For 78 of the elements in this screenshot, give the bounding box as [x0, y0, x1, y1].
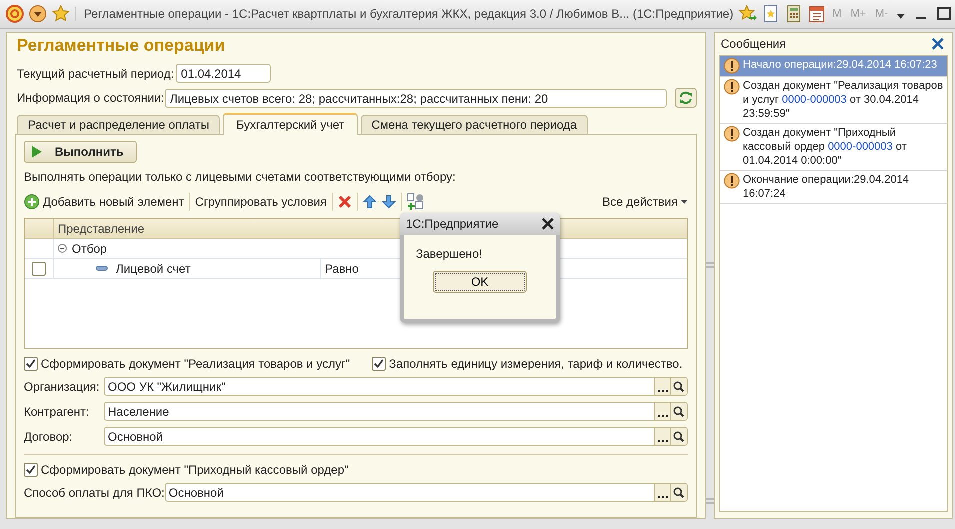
- all-actions-button[interactable]: Все действия: [602, 195, 688, 209]
- tab[interactable]: Расчет и распределение оплаты: [17, 115, 220, 134]
- dropdown-icon[interactable]: [29, 5, 47, 23]
- input-field[interactable]: Основной: [164, 483, 688, 502]
- checkbox[interactable]: [24, 357, 38, 371]
- calendar-icon[interactable]: [808, 5, 826, 23]
- message-item[interactable]: Окончание операции:29.04.2014 16:07:24: [720, 171, 947, 204]
- run-button[interactable]: Выполнить: [24, 141, 137, 163]
- group-button[interactable]: Сгруппировать условия: [195, 195, 327, 209]
- warning-icon: [724, 58, 740, 74]
- settings-add-icon[interactable]: [406, 193, 425, 211]
- search-icon[interactable]: [670, 428, 687, 445]
- ellipsis-icon[interactable]: [654, 403, 670, 420]
- message-text: Создан документ "Реализация товаров и услуг 0000-000003 от 30.04.2014 23:59:59": [743, 79, 944, 121]
- delete-icon[interactable]: [338, 195, 352, 209]
- down-arrow-icon[interactable]: [382, 195, 396, 209]
- period-field[interactable]: 01.04.2014: [176, 64, 272, 83]
- star-icon[interactable]: [52, 5, 70, 23]
- warning-icon: [724, 126, 740, 142]
- close-icon[interactable]: [542, 218, 554, 230]
- bookmark-icon[interactable]: [762, 5, 780, 23]
- message-text: Окончание операции:29.04.2014 16:07:24: [743, 173, 910, 201]
- checkbox[interactable]: [32, 262, 46, 276]
- filter-caption: Выполнять операции только с лицевыми счетами соответствующими отбору:: [24, 170, 457, 184]
- option-checkbox[interactable]: Сформировать документ "Приходный кассовый ордер": [24, 463, 349, 477]
- plus-icon: [24, 194, 40, 210]
- window-title: Регламентные операции - 1С:Расчет квартплаты и бухгалтерия ЖКХ, редакция 3.0 / Любимов В... (1С:Предприятие): [75, 7, 734, 21]
- field-label: Договор:: [24, 430, 74, 444]
- field-label: Текущий расчетный период:: [17, 66, 174, 80]
- page-title: Регламентные операции: [16, 35, 226, 57]
- star-arrow-icon[interactable]: [738, 5, 757, 23]
- table-cell: Лицевой счет: [116, 262, 191, 276]
- message-item[interactable]: Создан документ "Реализация товаров и услуг 0000-000003 от 30.04.2014 23:59:59": [720, 77, 947, 124]
- field-label: Способ оплаты для ПКО:: [24, 486, 165, 500]
- add-button[interactable]: Добавить новый элемент: [24, 194, 184, 210]
- table-cell: Отбор: [72, 242, 108, 256]
- document-link[interactable]: 0000-000003: [782, 94, 847, 106]
- input-field[interactable]: Основной: [104, 427, 688, 446]
- maximize-icon[interactable]: [935, 5, 954, 23]
- warning-icon: [724, 79, 740, 95]
- collapse-icon[interactable]: [58, 244, 67, 253]
- field-label: Контрагент:: [24, 404, 90, 418]
- search-icon[interactable]: [670, 378, 687, 395]
- document-link[interactable]: 0000-000003: [828, 141, 893, 153]
- play-icon: [31, 146, 43, 158]
- table-cell-text: Равно: [324, 260, 359, 278]
- refresh-icon[interactable]: [675, 88, 697, 108]
- ok-button[interactable]: OK: [433, 271, 527, 293]
- checkbox[interactable]: [24, 463, 38, 477]
- caret-icon: [681, 200, 688, 204]
- logo-icon[interactable]: [6, 5, 24, 23]
- status-field: Лицевых счетов всего: 28; рассчитанных:28; рассчитанных пени: 20: [165, 88, 667, 108]
- tab[interactable]: Бухгалтерский учет: [223, 113, 358, 135]
- search-icon[interactable]: [670, 403, 687, 420]
- item-icon: [96, 266, 108, 271]
- message-text: Создан документ "Приходный кассовый ордер 0000-000003 от 01.04.2014 0:00:00": [743, 126, 908, 168]
- input-field[interactable]: Население: [104, 402, 688, 421]
- checkbox[interactable]: [372, 357, 386, 371]
- calculator-icon[interactable]: [784, 5, 803, 23]
- warning-icon: [724, 173, 740, 189]
- field-label: Информация о состоянии:: [17, 91, 163, 105]
- input-field[interactable]: ООО УК "Жилищник": [104, 377, 688, 396]
- search-icon[interactable]: [670, 484, 687, 501]
- ellipsis-icon[interactable]: [654, 484, 670, 501]
- dialog-title: 1С:Предприятие: [406, 217, 499, 231]
- ellipsis-icon[interactable]: [654, 428, 670, 445]
- option-checkbox[interactable]: Заполнять единицу измерения, тариф и количество.: [372, 357, 683, 371]
- option-checkbox[interactable]: Сформировать документ "Реализация товаров и услуг": [24, 357, 350, 371]
- message-item[interactable]: Создан документ "Приходный кассовый ордер 0000-000003 от 01.04.2014 0:00:00": [720, 124, 947, 171]
- dialog-message: Завершено!: [415, 246, 484, 261]
- panel-title: Сообщения: [721, 37, 786, 51]
- field-label: Организация:: [24, 380, 101, 394]
- column-header[interactable]: Представление: [54, 219, 282, 238]
- ellipsis-icon[interactable]: [654, 378, 670, 395]
- close-icon[interactable]: [932, 38, 944, 50]
- up-arrow-icon[interactable]: [362, 195, 377, 209]
- message-text: Начало операции:29.04.2014 16:07:23: [743, 58, 938, 73]
- tab[interactable]: Смена текущего расчетного периода: [360, 115, 588, 134]
